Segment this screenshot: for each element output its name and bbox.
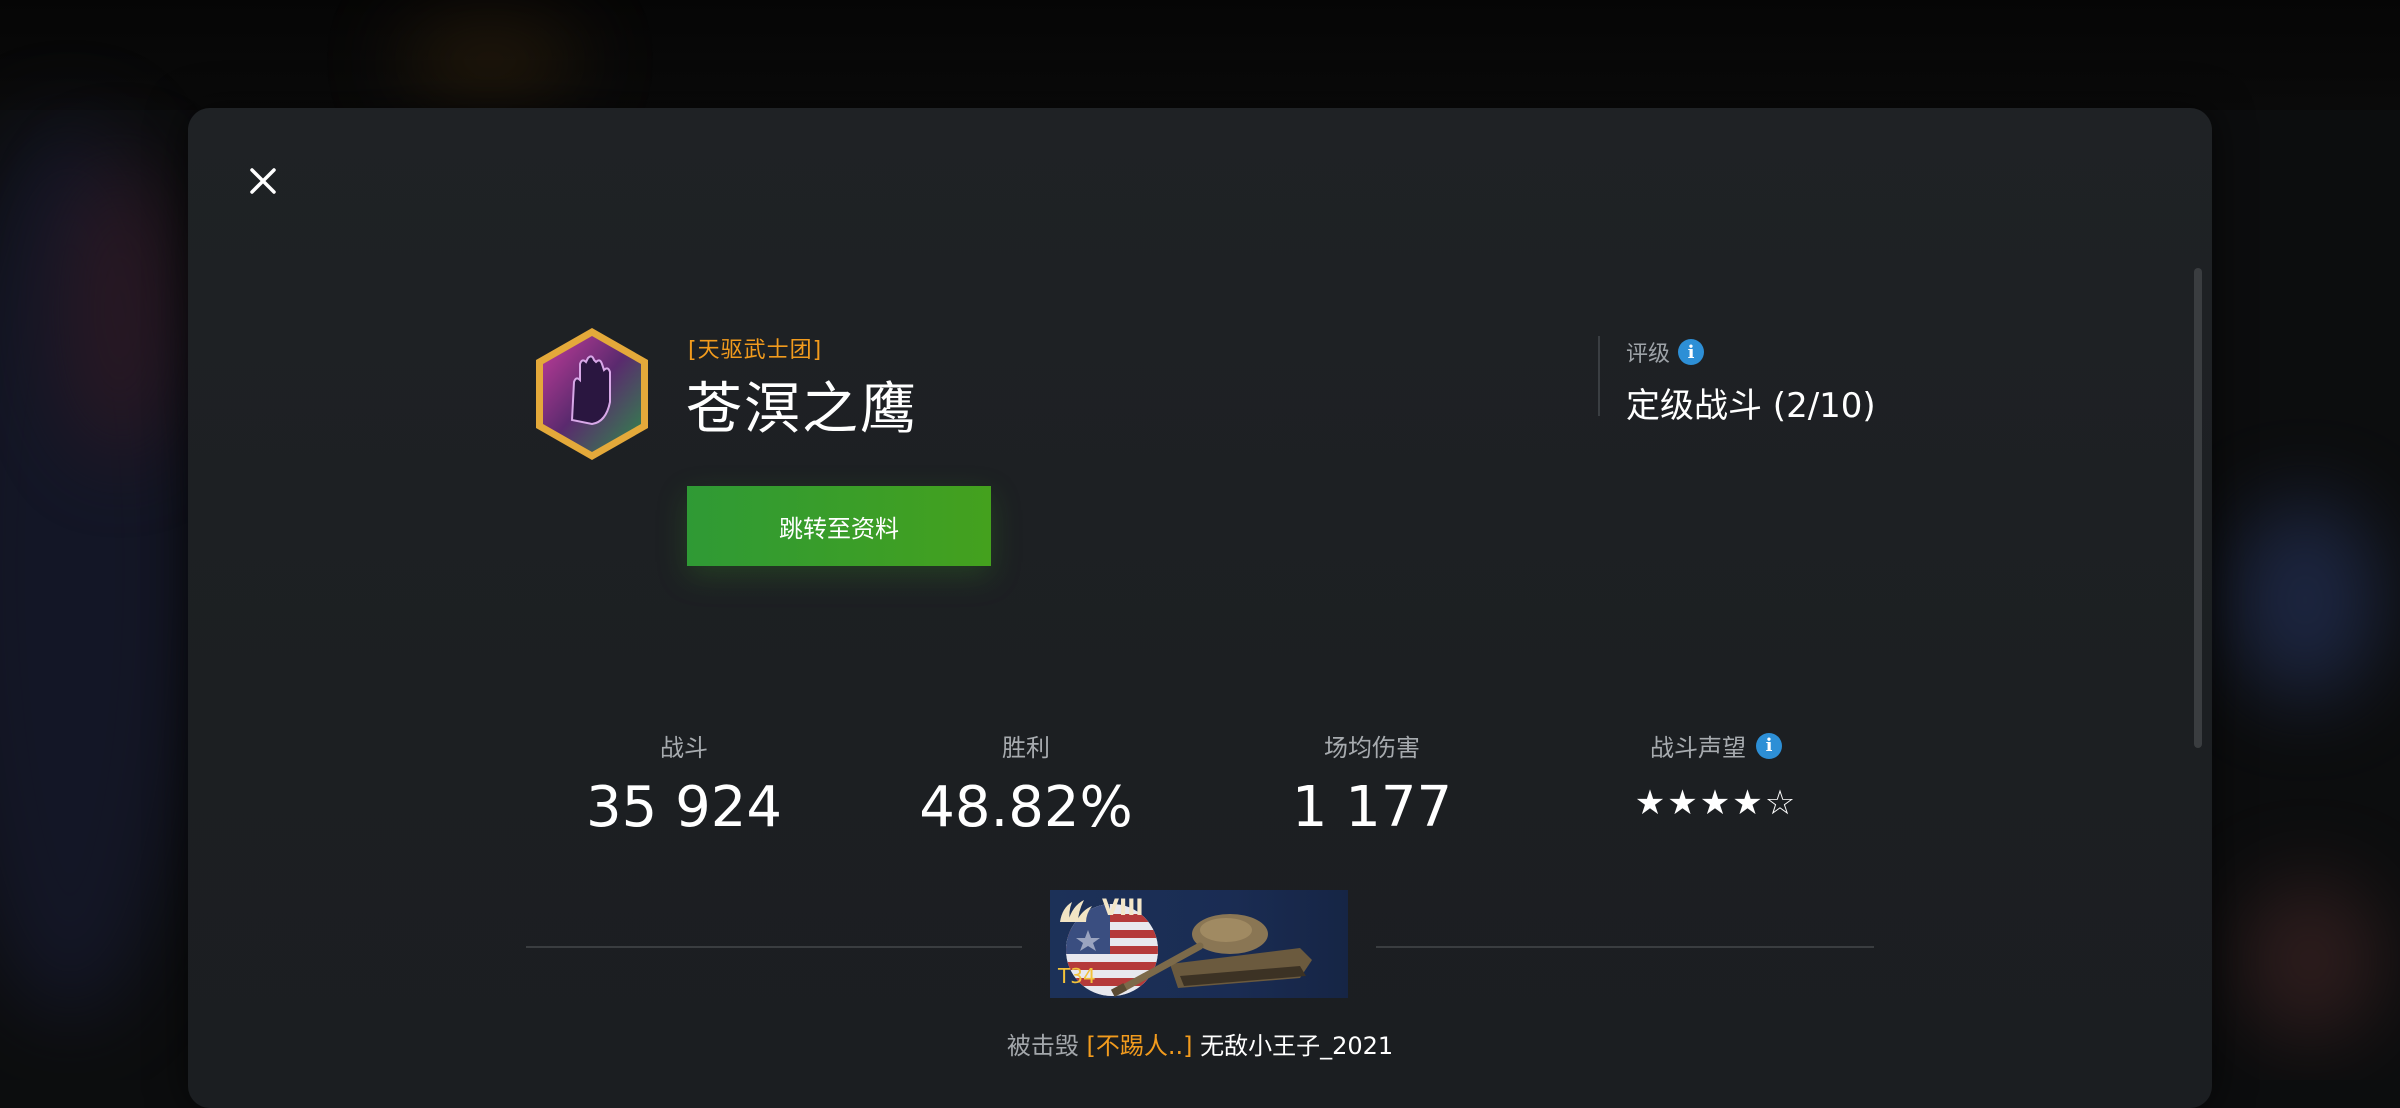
vehicle-tier: VIII [1102, 896, 1144, 921]
close-icon [250, 168, 276, 194]
stat-label: 战斗声望 [1650, 734, 1746, 762]
player-name: 苍溟之鹰 [686, 377, 918, 442]
stat-victories: 胜利 48.82% [876, 728, 1176, 840]
stat-label: 胜利 [1002, 734, 1050, 762]
killer-player-name[interactable]: 无敌小王子_2021 [1200, 1032, 1393, 1060]
go-to-profile-button[interactable]: 跳转至资料 [687, 486, 991, 566]
stat-battle-reputation: 战斗声望 i ★★★★☆ [1566, 728, 1866, 823]
rating-block: 评级 i 定级战斗 (2/10) [1598, 336, 1876, 426]
rating-label: 评级 [1626, 342, 1671, 367]
tier-emblem-icon [1060, 900, 1092, 922]
stat-value: 1 177 [1291, 775, 1453, 840]
divider [1376, 946, 1874, 948]
divider [526, 946, 1022, 948]
vehicle-card[interactable]: VIII T34 [1050, 890, 1348, 998]
info-icon[interactable]: i [1678, 339, 1705, 365]
clan-tag: [天驱武士团] [688, 338, 823, 363]
stat-battles: 战斗 35 924 [534, 728, 834, 840]
killer-clan-tag[interactable]: [不踢人..] [1086, 1032, 1192, 1060]
scrollbar[interactable] [2194, 268, 2202, 748]
stat-label: 战斗 [660, 734, 708, 762]
info-icon[interactable]: i [1756, 732, 1782, 759]
stat-label: 场均伤害 [1324, 734, 1420, 762]
clan-emblem-icon [536, 328, 648, 460]
clan-emblem [530, 324, 654, 464]
star-rating: ★★★★☆ [1634, 783, 1798, 823]
stat-avg-damage: 场均伤害 1 177 [1222, 728, 1522, 840]
close-button[interactable] [240, 158, 286, 204]
rating-value: 定级战斗 (2/10) [1626, 386, 1876, 426]
stat-value: 35 924 [586, 775, 782, 840]
destroyed-by-line: 被击毁 [不踢人..] 无敌小王子_2021 [188, 1026, 2212, 1061]
destroyed-by-prefix: 被击毁 [1006, 1032, 1079, 1060]
vehicle-name: T34 [1058, 964, 1096, 988]
stat-value: 48.82% [919, 775, 1133, 840]
player-profile-modal: [天驱武士团] 苍溟之鹰 跳转至资料 评级 i 定级战斗 (2/10) 战斗 3… [188, 108, 2212, 1108]
rating-label-row: 评级 i [1626, 336, 1876, 368]
